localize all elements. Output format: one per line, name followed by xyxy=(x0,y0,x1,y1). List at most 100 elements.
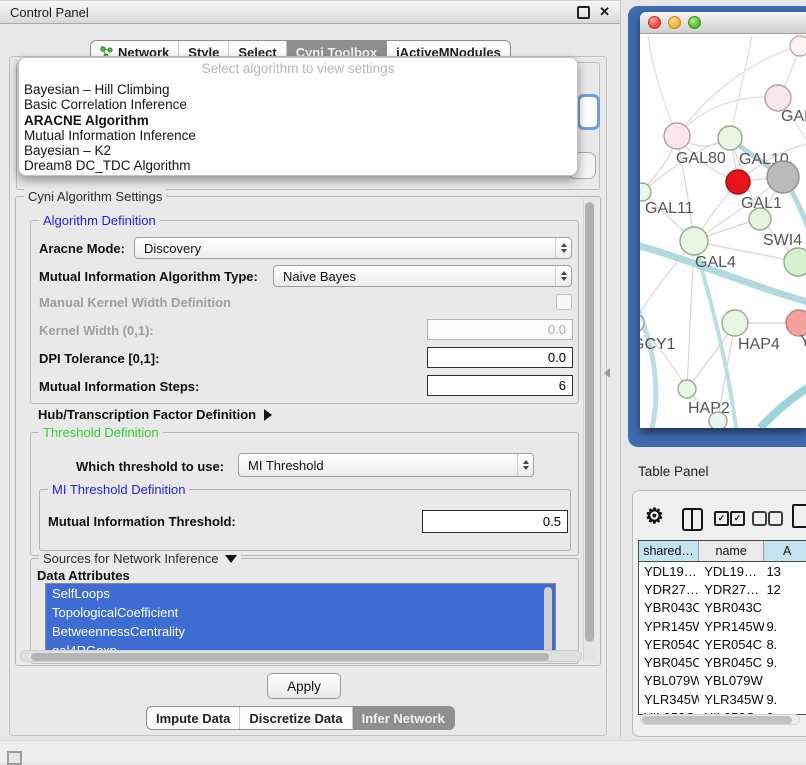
table-hscrollbar-thumb[interactable] xyxy=(642,716,792,724)
mi-type-value: Naive Bayes xyxy=(283,269,356,284)
sources-legend: Sources for Network Inference xyxy=(39,551,241,566)
manual-kernel-checkbox[interactable] xyxy=(556,294,572,310)
restore-panel-icon[interactable] xyxy=(7,751,22,765)
hub-definition-label: Hub/Transcription Factor Definition xyxy=(38,407,256,422)
tab-discretize-data[interactable]: Discretize Data xyxy=(240,707,352,729)
settings-hscrollbar-thumb[interactable] xyxy=(31,653,549,661)
network-node-hap2[interactable] xyxy=(678,380,696,398)
settings-scrollbar-thumb[interactable] xyxy=(585,202,594,642)
zoom-traffic-light-icon[interactable] xyxy=(688,16,701,29)
table-cell: YLR345W xyxy=(639,692,699,707)
dropdown-option-dream8-dc-tdc-algorithm[interactable]: Dream8 DC_TDC Algorithm xyxy=(24,158,577,173)
dropdown-options: Bayesian – Hill ClimbingBasic Correlatio… xyxy=(19,82,577,174)
focused-combobox-fragment[interactable] xyxy=(577,94,600,130)
dpi-tolerance-field[interactable]: 0.0 xyxy=(427,347,573,368)
apply-button[interactable]: Apply xyxy=(267,673,341,699)
manual-kernel-label: Manual Kernel Width Definition xyxy=(39,295,231,310)
mi-steps-field[interactable]: 6 xyxy=(427,375,573,396)
data-attributes-list[interactable]: SelfLoopsTopologicalCoefficientBetweenne… xyxy=(45,583,556,659)
table-row[interactable]: YBR043CYBR043C xyxy=(639,599,806,617)
data-attributes-label: Data Attributes xyxy=(37,568,130,583)
algorithm-definition-legend: Algorithm Definition xyxy=(39,213,160,228)
divider-collapse-icon[interactable] xyxy=(604,368,610,378)
column-header-shared-[interactable]: shared… xyxy=(639,541,699,561)
cyni-sub-tabs: Impute Data Discretize Data Infer Network xyxy=(146,706,455,730)
which-threshold-value: MI Threshold xyxy=(248,458,324,473)
node-label-swi4: SWI4 xyxy=(763,232,802,249)
mi-threshold-field[interactable]: 0.5 xyxy=(422,510,568,533)
node-gray[interactable] xyxy=(767,161,799,193)
network-node-gal10[interactable] xyxy=(718,126,742,150)
bottom-strip xyxy=(0,740,806,763)
table-cell: 8. xyxy=(764,637,806,652)
dropdown-option-mutual-information-inference[interactable]: Mutual Information Inference xyxy=(24,128,577,143)
which-threshold-combobox[interactable]: MI Threshold xyxy=(238,453,534,477)
network-node-gal4[interactable] xyxy=(680,227,708,255)
split-table-icon[interactable] xyxy=(682,508,703,531)
node-partial-top[interactable] xyxy=(790,36,806,56)
float-window-icon[interactable] xyxy=(577,6,590,19)
attributes-scrollbar-thumb[interactable] xyxy=(544,587,552,653)
hub-definition-toggle[interactable]: Hub/Transcription Factor Definition xyxy=(38,407,272,422)
dropdown-option-bayesian-hill-climbing[interactable]: Bayesian – Hill Climbing xyxy=(24,82,577,97)
node-label-gcy1: GCY1 xyxy=(640,336,676,353)
tab-impute-data[interactable]: Impute Data xyxy=(147,707,240,729)
tab-label: Discretize Data xyxy=(249,711,342,726)
network-node-gal11[interactable] xyxy=(640,183,651,201)
table-row[interactable]: YER054CYER054C8. xyxy=(639,635,806,653)
select-columns-icon[interactable]: ✓ xyxy=(730,511,745,526)
control-panel-title: Control Panel xyxy=(10,5,89,20)
settings-hscrollbar[interactable] xyxy=(20,650,582,662)
which-threshold-label: Which threshold to use: xyxy=(76,459,224,474)
gear-icon[interactable]: ⚙ xyxy=(645,504,664,529)
select-columns-icon[interactable]: ✓ xyxy=(714,511,729,526)
table-cell: 9. xyxy=(764,619,806,634)
mi-type-label: Mutual Information Algorithm Type: xyxy=(39,269,258,284)
table-row[interactable]: YPR145WYPR145W9. xyxy=(639,617,806,635)
new-document-icon[interactable] xyxy=(792,504,806,528)
collapse-arrow-icon[interactable] xyxy=(225,555,237,563)
deselect-columns-icon[interactable] xyxy=(768,511,783,526)
mi-type-combobox[interactable]: Naive Bayes xyxy=(273,265,572,287)
table-cell: YDR27… xyxy=(639,582,699,597)
table-row[interactable]: YLR345WYLR345W9. xyxy=(639,690,806,708)
algorithm-dropdown-popup: Select algorithm to view settings Bayesi… xyxy=(18,57,578,176)
tab-label: Impute Data xyxy=(156,711,230,726)
aracne-mode-combobox[interactable]: Discovery xyxy=(134,237,572,259)
network-node-hap4[interactable] xyxy=(722,310,748,336)
close-traffic-light-icon[interactable] xyxy=(648,16,661,29)
network-canvas[interactable]: GALGAL80GAL10GAL11GAL1SWI4GAL4GCY1HAP4YH… xyxy=(640,35,806,428)
tab-infer-network[interactable]: Infer Network xyxy=(353,707,454,729)
aracne-mode-label: Aracne Mode: xyxy=(39,241,125,256)
kernel-width-value: 0.0 xyxy=(548,322,566,337)
node-red[interactable] xyxy=(726,170,750,194)
column-header-name[interactable]: name xyxy=(699,541,764,561)
sources-legend-text: Sources for Network Inference xyxy=(43,551,219,566)
table-row[interactable]: YDL19…YDL19…13 xyxy=(639,562,806,580)
control-panel-titlebar: Control Panel ✕ xyxy=(0,0,620,24)
node-partial-bottom[interactable] xyxy=(709,412,727,428)
dropdown-option-aracne-algorithm[interactable]: ARACNE Algorithm xyxy=(24,113,577,128)
minimize-traffic-light-icon[interactable] xyxy=(668,16,681,29)
dpi-tolerance-label: DPI Tolerance [0,1]: xyxy=(39,351,159,366)
network-node-gal80[interactable] xyxy=(664,123,690,149)
mi-steps-label: Mutual Information Steps: xyxy=(39,379,199,394)
dropdown-option-basic-correlation-inference[interactable]: Basic Correlation Inference xyxy=(24,97,577,112)
mi-threshold-legend: MI Threshold Definition xyxy=(48,482,189,497)
table-row[interactable]: YDR27…YDR27…12 xyxy=(639,580,806,598)
close-icon[interactable]: ✕ xyxy=(599,6,610,18)
deselect-columns-icon[interactable] xyxy=(752,511,767,526)
table-row[interactable]: YBR045CYBR045C9. xyxy=(639,653,806,671)
table-row[interactable]: YBL079WYBL079W xyxy=(639,672,806,690)
dropdown-option-bayesian-k2[interactable]: Bayesian – K2 xyxy=(24,143,577,158)
kernel-width-field[interactable]: 0.0 xyxy=(427,319,573,340)
attribute-item-betweennesscentrality[interactable]: BetweennessCentrality xyxy=(46,622,555,641)
network-node-swi4[interactable] xyxy=(784,248,806,276)
threshold-definition-group: Threshold Definition Which threshold to … xyxy=(30,432,579,556)
table-cell: YBR043C xyxy=(699,600,764,615)
attribute-item-topologicalcoefficient[interactable]: TopologicalCoefficient xyxy=(46,603,555,622)
column-header-a[interactable]: A xyxy=(764,541,806,561)
attribute-item-selfloops[interactable]: SelfLoops xyxy=(46,584,555,603)
dropdown-placeholder: Select algorithm to view settings xyxy=(19,61,577,76)
mi-threshold-value: 0.5 xyxy=(543,514,561,529)
